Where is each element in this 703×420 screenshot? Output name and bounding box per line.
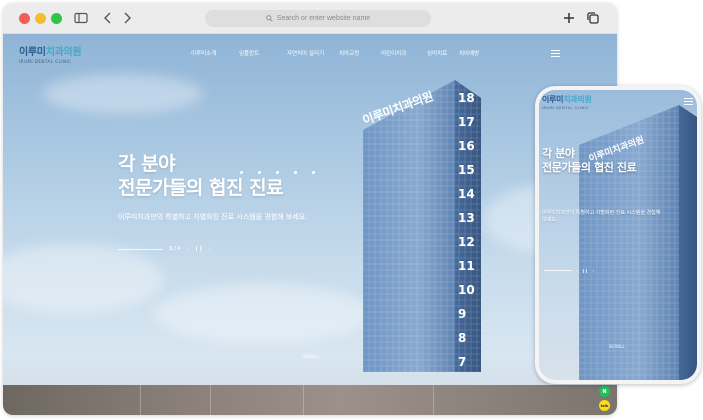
- nav-item-about[interactable]: 이루미소개: [191, 49, 239, 57]
- floor-number: 17: [458, 115, 475, 129]
- address-bar[interactable]: Search or enter website name: [205, 10, 431, 27]
- floor-numbers: 18 17 16 15 14 13 12 11 10 9 8 7: [458, 86, 478, 374]
- showcase-stage: Search or enter website name 이루미치과의원 18 …: [0, 0, 703, 420]
- mobile-slide-pager: ‹ ❙❙ ›: [544, 268, 594, 273]
- next-section-preview: [3, 385, 617, 415]
- prev-slide-icon[interactable]: ‹: [187, 246, 189, 252]
- sidebar-icon[interactable]: [73, 10, 89, 26]
- floor-number: 13: [458, 211, 475, 225]
- menu-icon[interactable]: [551, 50, 560, 57]
- floor-number: 9: [458, 307, 467, 321]
- progress-bar: [118, 248, 163, 250]
- minimize-window-button[interactable]: [35, 13, 46, 24]
- next-slide-icon[interactable]: ›: [209, 246, 211, 252]
- mobile-next-slide-icon[interactable]: ›: [592, 268, 594, 273]
- mobile-headline-line-1: 각 분야: [542, 147, 575, 160]
- close-window-button[interactable]: [19, 13, 30, 24]
- headline-line-2: 전문가들의 협진 진료: [118, 177, 284, 199]
- floor-number: 16: [458, 139, 475, 153]
- pager-current: 1: [169, 246, 173, 252]
- main-menu: 이루미소개 임플란트 자연치아 살리기 치아교정 어린이치과 심미치료 치아예방: [191, 49, 499, 57]
- cloud: [43, 74, 203, 114]
- search-icon: [266, 15, 273, 22]
- logo-subtitle: IRUMI DENTAL CLINIC: [19, 59, 72, 64]
- logo-main: 이루미: [19, 47, 46, 58]
- back-icon[interactable]: [100, 10, 116, 26]
- naver-label: N: [602, 388, 607, 395]
- scroll-indicator: SCROLL: [303, 354, 319, 359]
- new-tab-icon[interactable]: [561, 10, 577, 26]
- mobile-hero-headline: 각 분야 전문가들의 협진 진료: [542, 147, 637, 175]
- pause-icon[interactable]: ❙❙: [195, 246, 203, 252]
- address-placeholder: Search or enter website name: [276, 15, 371, 22]
- maximize-window-button[interactable]: [51, 13, 62, 24]
- mobile-logo-subtitle: IRUMI DENTAL CLINIC: [542, 106, 590, 110]
- floor-number: 14: [458, 187, 475, 201]
- nav-item-natural-teeth[interactable]: 자연치아 살리기: [287, 49, 339, 57]
- naver-icon[interactable]: N: [599, 386, 610, 397]
- hero-subtitle: 이루미치과만의 특별하고 차별화된 진료 시스템을 경험해 보세요.: [118, 213, 308, 221]
- nav-item-aesthetic[interactable]: 심미치료: [427, 49, 459, 57]
- desktop-page: 이루미치과의원 18 17 16 15 14 13 12 11 10 9 8 7 이루미치과의원 IR…: [3, 34, 617, 415]
- mobile-logo-text: 이루미치과의원: [542, 94, 592, 105]
- browser-window: Search or enter website name 이루미치과의원 18 …: [3, 3, 617, 415]
- hero-headline: 각 분야 전문가들의 협진 진료: [118, 152, 284, 200]
- floor-number: 18: [458, 91, 475, 105]
- floor-number: 8: [458, 331, 467, 345]
- forward-icon[interactable]: [119, 10, 135, 26]
- mobile-device: 이루미치과의원 이루미치과의원 IRUMI DENTAL CLINIC 각 분야…: [535, 86, 701, 384]
- nav-item-pediatric[interactable]: 어린이치과: [381, 49, 427, 57]
- floor-number: 11: [458, 259, 475, 273]
- tab-overview-icon[interactable]: [585, 10, 601, 26]
- floor-number: 7: [458, 355, 467, 369]
- kakao-label: talk: [600, 403, 609, 408]
- nav-item-prevention[interactable]: 치아예방: [459, 49, 499, 57]
- site-header: 이루미치과의원 IRUMI DENTAL CLINIC 이루미소개 임플란트 자…: [3, 34, 617, 70]
- pager-count: 1 / 4: [169, 246, 181, 252]
- kakao-icon[interactable]: talk: [599, 400, 610, 411]
- logo-text: 이루미치과의원: [19, 43, 82, 58]
- mobile-menu-icon[interactable]: [684, 98, 693, 105]
- site-logo[interactable]: 이루미치과의원 IRUMI DENTAL CLINIC: [19, 43, 82, 64]
- emphasis-dots: [240, 171, 315, 174]
- logo-accent: 치과의원: [45, 47, 82, 58]
- mobile-pause-icon[interactable]: ❙❙: [582, 268, 589, 273]
- mobile-site-logo[interactable]: 이루미치과의원 IRUMI DENTAL CLINIC: [542, 94, 592, 110]
- mobile-prev-slide-icon[interactable]: ‹: [576, 268, 578, 273]
- divider: [140, 385, 141, 415]
- mobile-logo-accent: 치과의원: [563, 95, 592, 104]
- cloud: [153, 284, 373, 344]
- divider: [433, 385, 434, 415]
- nav-item-orthodontics[interactable]: 치아교정: [339, 49, 381, 57]
- nav-item-implant[interactable]: 임플란트: [239, 49, 287, 57]
- mobile-page: 이루미치과의원 이루미치과의원 IRUMI DENTAL CLINIC 각 분야…: [539, 90, 697, 380]
- mobile-logo-main: 이루미: [542, 95, 564, 104]
- divider: [303, 385, 304, 415]
- mobile-headline-line-2: 전문가들의 협진 진료: [542, 161, 637, 174]
- floor-number: 12: [458, 235, 475, 249]
- browser-toolbar: Search or enter website name: [3, 3, 617, 34]
- pager-total: / 4: [174, 246, 181, 252]
- mobile-scroll-indicator: SCROLL: [609, 344, 625, 349]
- slide-pager: 1 / 4 ‹ ❙❙ ›: [118, 246, 211, 252]
- floor-number: 15: [458, 163, 475, 177]
- floor-number: 10: [458, 283, 475, 297]
- mobile-hero-subtitle: 이루미치과만의 특별하고 차별화된 진료 시스템을 경험해 보세요.: [542, 210, 661, 223]
- mobile-progress-bar: [544, 270, 572, 271]
- divider: [210, 385, 211, 415]
